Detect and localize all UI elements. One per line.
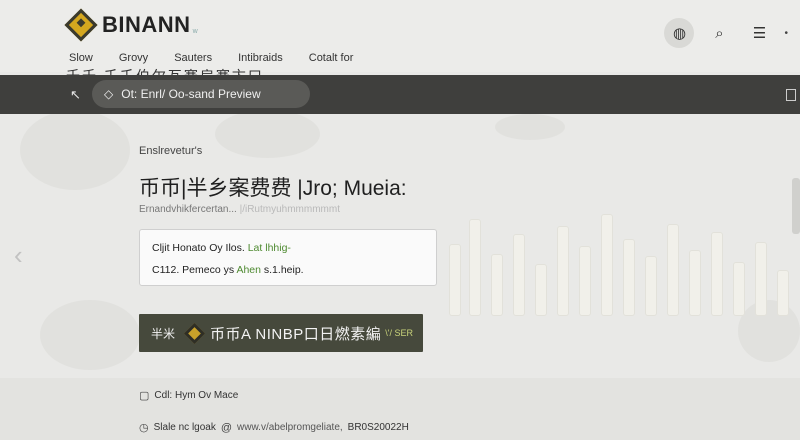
primary-cta-button[interactable]: 半米 币币A NINBP口日燃素編 \'/ SER <box>139 314 423 352</box>
nav-item-intibraids[interactable]: Intibraids <box>238 52 309 64</box>
card-row-link[interactable]: Ahen <box>236 264 261 276</box>
card-row: Cljit Honato Oy Ilos. Lat lhhig- <box>152 237 424 259</box>
nav-item-slow[interactable]: Slow <box>69 52 119 64</box>
card-row-tail: s.1.heip. <box>263 264 304 276</box>
subheadline-text: Ernandvhikfercertan... <box>139 204 237 215</box>
background-shape <box>20 110 130 190</box>
preview-bar: ↖ ◇ Ot: Enrl/ Oo-sand Preview <box>0 75 800 114</box>
card-row-text: Cljit Honato Oy Ilos. <box>152 242 245 254</box>
brand-tagline: w <box>192 27 198 35</box>
nav-item-grovy[interactable]: Grovy <box>119 52 174 64</box>
background-shape <box>215 110 320 158</box>
cta-label: 币币A NINBP口日燃素編 <box>210 325 382 343</box>
diamond-cta-icon <box>183 322 206 344</box>
globe-icon[interactable]: ◍ <box>664 18 695 48</box>
card-row-text: C112. Pemeco ys <box>152 264 235 276</box>
nav-item-cotalt[interactable]: Cotalt for <box>309 52 354 64</box>
header-actions: ◍ ⌕ ☰ • <box>664 18 788 48</box>
scrollbar[interactable] <box>792 178 800 234</box>
chat-icon: ▢ <box>139 390 150 402</box>
nav-item-sauters[interactable]: Sauters <box>174 52 238 64</box>
cta-prefix: 半米 <box>151 326 176 341</box>
info-row-link[interactable]: www.v/abelpromgeliate, <box>237 422 343 433</box>
more-dot-icon[interactable]: • <box>784 28 788 39</box>
chevron-left-icon[interactable]: ‹ <box>14 240 23 271</box>
main-nav: Slow Grovy Sauters Intibraids Cotalt for <box>69 52 353 64</box>
subheadline-faint-text: |/iRutmyuhmmmmmmt <box>239 204 340 215</box>
background-shape <box>495 114 565 140</box>
menu-icon[interactable]: ☰ <box>744 18 774 48</box>
search-icon[interactable]: ⌕ <box>704 18 734 48</box>
info-card: Cljit Honato Oy Ilos. Lat lhhig- C112. P… <box>139 229 437 286</box>
cta-tag: \'/ SER <box>385 328 413 338</box>
info-row-code: BR0S20022H <box>347 422 409 433</box>
brand-name: BINANN <box>102 12 191 37</box>
card-row: C112. Pemeco ys Ahen s.1.heip. <box>152 259 424 281</box>
card-row-link[interactable]: Lat lhhig- <box>248 242 291 254</box>
clock-icon: ◷ <box>139 422 149 434</box>
preview-text: Ot: Enrl/ Oo-sand Preview <box>121 87 261 101</box>
at-icon: @ <box>220 421 233 434</box>
diamond-small-icon: ◇ <box>104 87 114 101</box>
info-row-status: ◷ Slale nc lgoak @ www.v/abelpromgeliate… <box>139 421 409 435</box>
subheadline: Ernandvhikfercertan... |/iRutmyuhmmmmmmt <box>139 204 340 215</box>
brand-logo[interactable]: BINANN w <box>64 8 198 42</box>
info-row-text: Cdl: Hym Ov Mace <box>154 390 239 401</box>
window-icon[interactable] <box>786 89 796 101</box>
background-candles-graphic <box>430 195 800 315</box>
background-shape <box>40 300 140 370</box>
section-eyebrow: Enslrevetur's <box>139 145 203 157</box>
page-headline: 币币|半乡案费费 |Jro; Mueia: <box>139 177 407 200</box>
back-arrow-icon[interactable]: ↖ <box>70 87 81 103</box>
info-row-label: Slale nc lgoak <box>153 422 216 433</box>
site-header: BINANN w Slow Grovy Sauters Intibraids C… <box>0 0 800 72</box>
preview-address-pill[interactable]: ◇ Ot: Enrl/ Oo-sand Preview <box>92 80 310 108</box>
info-row-contact: ▢ Cdl: Hym Ov Mace <box>139 389 238 402</box>
diamond-logo-icon <box>64 8 98 42</box>
